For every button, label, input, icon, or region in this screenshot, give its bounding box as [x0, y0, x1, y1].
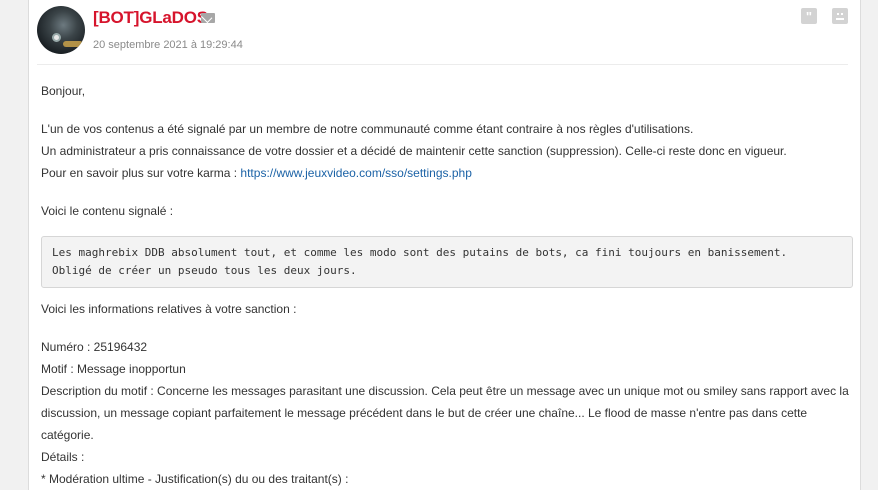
greeting: Bonjour,: [41, 84, 86, 98]
sanction-motif: Motif : Message inopportun: [41, 362, 186, 376]
avatar-eye: [52, 33, 61, 42]
message-line: L'un de vos contenus a été signalé par u…: [41, 122, 694, 136]
post-date: 20 septembre 2021 à 19:29:44: [93, 39, 243, 51]
header-divider: [37, 64, 848, 65]
karma-line: Pour en savoir plus sur votre karma : ht…: [41, 162, 853, 184]
moderation-line: * Modération ultime - Justification(s) d…: [41, 472, 349, 486]
message-card: [BOT]GLaDOS 20 septembre 2021 à 19:29:44…: [28, 0, 861, 490]
sanction-number: Numéro : 25196432: [41, 340, 148, 354]
report-icon[interactable]: [832, 8, 848, 24]
karma-link[interactable]: https://www.jeuxvideo.com/sso/settings.p…: [240, 166, 471, 180]
reported-content-block: Les maghrebix DDB absolument tout, et co…: [41, 236, 853, 288]
sanction-description: Description du motif : Concerne les mess…: [41, 384, 849, 442]
avatar-detail: [63, 41, 83, 47]
quote-icon[interactable]: ": [801, 8, 817, 24]
sanction-details: Détails :: [41, 450, 85, 464]
author-name[interactable]: [BOT]GLaDOS: [93, 8, 208, 28]
mail-icon[interactable]: [201, 13, 215, 23]
message-body: Bonjour, L'un de vos contenus a été sign…: [41, 80, 853, 490]
message-line: Un administrateur a pris connaissance de…: [41, 144, 787, 158]
karma-label: Pour en savoir plus sur votre karma :: [41, 166, 241, 180]
avatar[interactable]: [37, 6, 85, 54]
sanction-intro: Voici les informations relatives à votre…: [41, 302, 297, 316]
reported-intro: Voici le contenu signalé :: [41, 204, 174, 218]
